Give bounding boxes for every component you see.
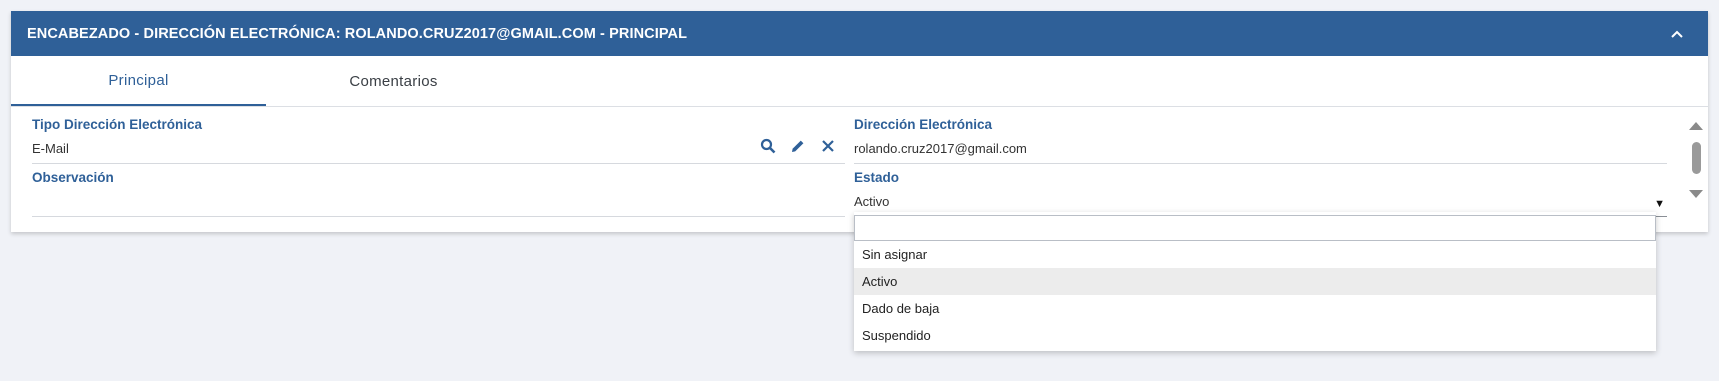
dropdown-option-suspendido[interactable]: Suspendido: [854, 322, 1656, 349]
search-icon[interactable]: [759, 137, 777, 155]
scroll-thumb: [1692, 142, 1701, 174]
dropdown-option-activo[interactable]: Activo: [854, 268, 1656, 295]
tipo-input[interactable]: E-Mail: [32, 137, 845, 164]
main-panel: ENCABEZADO - DIRECCIÓN ELECTRÓNICA: ROLA…: [11, 11, 1708, 232]
estado-dropdown: Sin asignar Activo Dado de baja Suspendi…: [854, 212, 1656, 351]
scrollbar[interactable]: [1685, 116, 1707, 202]
estado-field: Estado Activo ▼: [854, 170, 1667, 218]
observacion-input[interactable]: [32, 192, 845, 217]
tab-comentarios[interactable]: Comentarios: [266, 56, 521, 106]
observacion-label: Observación: [32, 170, 114, 185]
edit-icon[interactable]: [789, 137, 807, 155]
dropdown-option-dado-de-baja[interactable]: Dado de baja: [854, 295, 1656, 322]
tipo-field: Tipo Dirección Electrónica E-Mail: [32, 117, 845, 165]
panel-title: ENCABEZADO - DIRECCIÓN ELECTRÓNICA: ROLA…: [27, 25, 688, 42]
dropdown-option-sin-asignar[interactable]: Sin asignar: [854, 241, 1656, 268]
estado-label: Estado: [854, 170, 900, 185]
dropdown-arrow-icon[interactable]: ▼: [1654, 194, 1665, 214]
tab-bar: Principal Comentarios: [11, 56, 1708, 107]
observacion-field: Observación: [32, 170, 845, 218]
tab-principal[interactable]: Principal: [11, 56, 266, 106]
direccion-field: Dirección Electrónica rolando.cruz2017@g…: [854, 117, 1667, 165]
chevron-up-icon: [1671, 30, 1683, 38]
direccion-value: rolando.cruz2017@gmail.com: [854, 141, 1027, 156]
dropdown-search-input[interactable]: [854, 215, 1656, 241]
direccion-label: Dirección Electrónica: [854, 117, 993, 132]
tipo-value: E-Mail: [32, 141, 69, 156]
direccion-input[interactable]: rolando.cruz2017@gmail.com: [854, 139, 1667, 164]
tipo-label: Tipo Dirección Electrónica: [32, 117, 203, 132]
scroll-up-arrow-icon: [1689, 122, 1703, 130]
clear-icon[interactable]: [819, 137, 837, 155]
estado-value: Activo: [854, 194, 890, 209]
collapse-button[interactable]: [1662, 19, 1692, 49]
panel-header: ENCABEZADO - DIRECCIÓN ELECTRÓNICA: ROLA…: [11, 11, 1708, 56]
scroll-down-arrow-icon: [1689, 190, 1703, 198]
